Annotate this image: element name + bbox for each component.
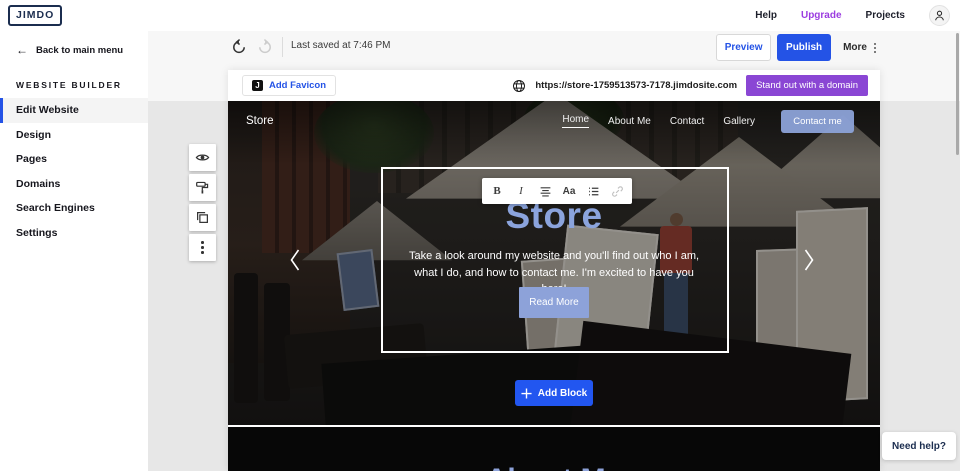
link-icon: [611, 185, 624, 198]
preview-button[interactable]: Preview: [716, 34, 771, 61]
sidebar-section-title: WEBSITE BUILDER: [0, 68, 148, 98]
add-favicon-label: Add Favicon: [269, 80, 326, 91]
last-saved-status: Last saved at 7:46 PM: [291, 40, 391, 51]
main-area: Last saved at 7:46 PM Preview Publish Mo…: [148, 31, 960, 471]
publish-button[interactable]: Publish: [777, 34, 831, 61]
next-section-heading-peek: About Me: [228, 466, 880, 471]
undo-icon: [231, 39, 247, 55]
list-icon: [587, 185, 600, 198]
style-block-button[interactable]: [189, 174, 216, 201]
align-center-icon: [539, 185, 552, 198]
nav-link-gallery[interactable]: Gallery: [723, 116, 755, 127]
sidebar-item-search-engines[interactable]: Search Engines: [0, 196, 148, 221]
hero-title[interactable]: Store: [228, 195, 880, 238]
nav-link-home[interactable]: Home: [562, 114, 589, 128]
site-navbar: Store Home About Me Contact Gallery Cont…: [228, 108, 880, 134]
back-to-main-menu[interactable]: ← Back to main menu: [0, 31, 148, 68]
kebab-icon: [874, 43, 876, 53]
align-button[interactable]: [536, 182, 554, 200]
eye-icon: [195, 150, 210, 165]
back-arrow-icon: ←: [16, 44, 28, 56]
text-format-toolbar: B I Aa: [482, 178, 632, 204]
sidebar-item-pages[interactable]: Pages: [0, 147, 148, 172]
hero-background-photo: [228, 101, 880, 425]
more-dots-icon: [201, 241, 204, 254]
favicon-bar: J Add Favicon https://store-1759513573-7…: [228, 70, 880, 101]
redo-button[interactable]: [254, 36, 276, 58]
toolbar-divider: [282, 37, 283, 57]
projects-link[interactable]: Projects: [866, 10, 905, 21]
carousel-next-button[interactable]: [800, 245, 818, 275]
undo-button[interactable]: [228, 36, 250, 58]
sidebar-item-settings[interactable]: Settings: [0, 221, 148, 246]
sidebar-item-design[interactable]: Design: [0, 123, 148, 148]
sidebar-item-domains[interactable]: Domains: [0, 172, 148, 197]
hide-block-button[interactable]: [189, 144, 216, 171]
contact-me-button[interactable]: Contact me: [781, 110, 854, 133]
topbar-links: Help Upgrade Projects: [755, 0, 950, 31]
hero-block[interactable]: Store Home About Me Contact Gallery Cont…: [228, 101, 880, 425]
chevron-left-icon: [289, 248, 301, 272]
link-button[interactable]: [608, 182, 626, 200]
italic-button[interactable]: I: [512, 182, 530, 200]
domain-cta-button[interactable]: Stand out with a domain: [746, 75, 868, 96]
jimdo-logo[interactable]: JIMDO: [8, 5, 62, 26]
upgrade-link[interactable]: Upgrade: [801, 10, 842, 21]
nav-link-contact[interactable]: Contact: [670, 116, 704, 127]
more-button[interactable]: More: [843, 42, 876, 53]
toolbar-actions: Preview Publish More: [716, 34, 876, 61]
site-brand[interactable]: Store: [246, 115, 274, 127]
block-toolbar: [189, 144, 216, 261]
font-size-button[interactable]: Aa: [560, 182, 578, 200]
page-scrollbar: [956, 33, 959, 469]
site-url-group: https://store-1759513573-7178.jimdosite.…: [512, 70, 868, 101]
scrollbar-thumb[interactable]: [956, 33, 959, 155]
sidebar: ← Back to main menu WEBSITE BUILDER Edit…: [0, 31, 148, 471]
help-link[interactable]: Help: [755, 10, 777, 21]
carousel-prev-button[interactable]: [286, 245, 304, 275]
redo-icon: [257, 39, 273, 55]
site-canvas: J Add Favicon https://store-1759513573-7…: [228, 70, 880, 471]
next-section-block[interactable]: About Me: [228, 425, 880, 471]
block-more-button[interactable]: [189, 234, 216, 261]
bold-button[interactable]: B: [488, 182, 506, 200]
duplicate-block-button[interactable]: [189, 204, 216, 231]
globe-icon: [512, 79, 526, 93]
add-block-label: Add Block: [538, 388, 587, 399]
user-avatar[interactable]: [929, 5, 950, 26]
duplicate-icon: [195, 210, 210, 225]
top-app-bar: JIMDO Help Upgrade Projects: [0, 0, 960, 31]
site-url[interactable]: https://store-1759513573-7178.jimdosite.…: [535, 80, 737, 91]
site-nav-links: Home About Me Contact Gallery: [562, 114, 755, 128]
sidebar-item-edit-website[interactable]: Edit Website: [0, 98, 148, 123]
add-favicon-button[interactable]: J Add Favicon: [242, 75, 336, 96]
back-label: Back to main menu: [36, 45, 123, 56]
list-button[interactable]: [584, 182, 602, 200]
block-selection-outline: [381, 167, 729, 353]
plus-icon: [521, 388, 532, 399]
paint-style-icon: [195, 180, 210, 195]
need-help-button[interactable]: Need help?: [882, 432, 956, 460]
read-more-button[interactable]: Read More: [519, 287, 589, 318]
add-block-button[interactable]: Add Block: [515, 380, 593, 406]
jimdo-editor-app: JIMDO Help Upgrade Projects ← Back to ma…: [0, 0, 960, 471]
person-icon: [933, 9, 946, 22]
more-label: More: [843, 42, 867, 53]
chevron-right-icon: [803, 248, 815, 272]
favicon-thumbnail: J: [252, 80, 263, 91]
nav-link-about-me[interactable]: About Me: [608, 116, 651, 127]
